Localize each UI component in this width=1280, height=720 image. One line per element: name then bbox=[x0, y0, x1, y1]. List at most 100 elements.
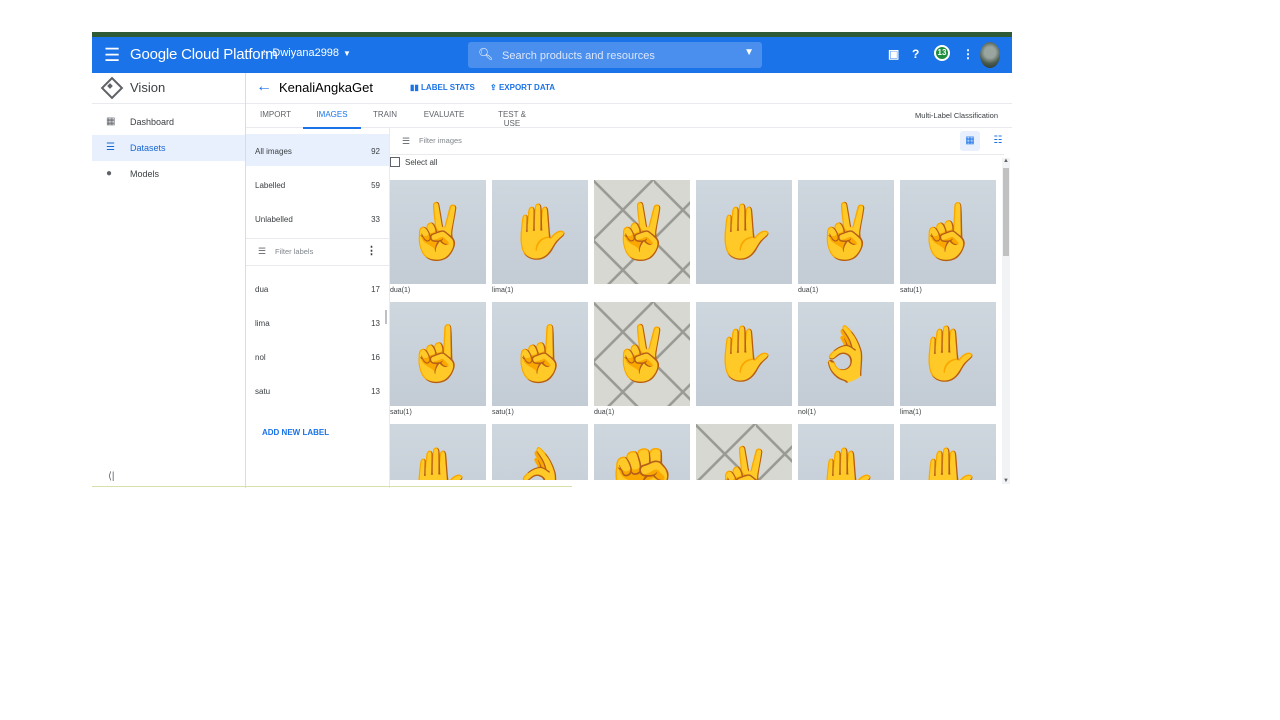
tab-train[interactable]: TRAIN bbox=[372, 110, 398, 127]
more-vert-icon[interactable]: ⋮ bbox=[366, 244, 377, 257]
scroll-down-icon[interactable]: ▼ bbox=[1002, 478, 1010, 484]
hand-icon: ✋ bbox=[404, 446, 472, 480]
hand-gesture-image[interactable]: ✌ bbox=[594, 302, 690, 406]
image-card[interactable]: ✋ bbox=[798, 424, 894, 480]
search-input[interactable] bbox=[500, 46, 734, 66]
hand-icon: ✌ bbox=[608, 202, 676, 262]
filter-labels-field[interactable]: ☰ Filter labels ⋮ bbox=[246, 238, 389, 266]
filter-all-images[interactable]: All images 92 bbox=[246, 134, 389, 166]
hand-gesture-image[interactable]: ☝ bbox=[900, 180, 996, 284]
image-card[interactable]: ✋ bbox=[900, 424, 996, 480]
hand-gesture-image[interactable]: ✌ bbox=[390, 180, 486, 284]
export-data-button[interactable]: ⇪ EXPORT DATA bbox=[490, 83, 555, 92]
image-label: dua(1) bbox=[390, 287, 411, 294]
label-item-dua[interactable]: dua 17 bbox=[246, 272, 389, 304]
nav-item-models[interactable]: ● Models bbox=[92, 161, 245, 187]
hand-gesture-image[interactable]: ✋ bbox=[900, 424, 996, 480]
hamburger-menu-icon[interactable]: ☰ bbox=[104, 45, 120, 65]
hand-gesture-image[interactable]: ✋ bbox=[798, 424, 894, 480]
hand-gesture-image[interactable]: ✋ bbox=[696, 180, 792, 284]
nav-item-dashboard[interactable]: ▦ Dashboard bbox=[92, 109, 245, 135]
tab-evaluate[interactable]: EVALUATE bbox=[422, 110, 466, 127]
image-card[interactable]: ☝ satu(1) bbox=[900, 180, 996, 298]
hand-icon: ✌ bbox=[404, 202, 472, 262]
search-dropdown-icon[interactable]: ▼ bbox=[744, 47, 754, 58]
image-card[interactable]: ☝ satu(1) bbox=[390, 302, 486, 420]
image-card[interactable]: ✌ dua(1) bbox=[594, 302, 690, 420]
image-grid: ✌ dua(1) ✋ lima(1) ✌ ✋ ✌ dua(1) ☝ satu(1) ☝ satu(1)… bbox=[390, 180, 998, 480]
filter-icon: ☰ bbox=[258, 246, 267, 256]
collapse-nav-icon[interactable]: ⟨| bbox=[108, 471, 115, 482]
notifications-badge[interactable]: 13 bbox=[934, 45, 950, 61]
scroll-up-icon[interactable]: ▲ bbox=[1002, 158, 1010, 164]
cloud-shell-icon[interactable]: ▣ bbox=[888, 47, 899, 61]
tab-test-use[interactable]: TEST & USE bbox=[489, 110, 535, 128]
image-card[interactable]: ✌ bbox=[696, 424, 792, 480]
brand-title[interactable]: Google Cloud Platform bbox=[130, 46, 278, 63]
label-count: 16 bbox=[371, 353, 380, 362]
image-card[interactable]: ✌ bbox=[594, 180, 690, 298]
filter-labels-input[interactable]: Filter labels bbox=[275, 247, 313, 256]
hand-gesture-image[interactable]: ☝ bbox=[390, 302, 486, 406]
filter-panel: All images 92 Labelled 59 Unlabelled 33 … bbox=[246, 128, 390, 488]
avatar[interactable] bbox=[980, 42, 1000, 68]
hand-gesture-image[interactable]: ✌ bbox=[696, 424, 792, 480]
image-label bbox=[696, 284, 792, 298]
image-card[interactable]: ✋ bbox=[696, 302, 792, 420]
grid-view-icon[interactable]: ▦ bbox=[960, 131, 980, 151]
label-item-nol[interactable]: nol 16 bbox=[246, 340, 389, 372]
image-card[interactable]: 👌 bbox=[492, 424, 588, 480]
add-new-label-button[interactable]: ADD NEW LABEL bbox=[262, 428, 329, 437]
label-item-satu[interactable]: satu 13 bbox=[246, 374, 389, 406]
hand-gesture-image[interactable]: ✋ bbox=[390, 424, 486, 480]
label-list-scrollbar[interactable] bbox=[385, 310, 387, 324]
checkbox-icon[interactable] bbox=[390, 157, 400, 167]
select-all[interactable]: Select all bbox=[390, 157, 437, 167]
hand-gesture-image[interactable]: ✌ bbox=[594, 180, 690, 284]
scroll-thumb[interactable] bbox=[1003, 168, 1009, 256]
image-card[interactable]: ✋ lima(1) bbox=[900, 302, 996, 420]
hand-icon: ✌ bbox=[812, 202, 880, 262]
hand-gesture-image[interactable]: 👌 bbox=[798, 302, 894, 406]
image-card[interactable]: ☝ satu(1) bbox=[492, 302, 588, 420]
more-vert-icon[interactable]: ⋮ bbox=[962, 47, 974, 61]
list-view-icon[interactable]: ☷ bbox=[990, 131, 1006, 151]
project-selector[interactable]: ⁘ Dwiyana2998 ▼ bbox=[260, 47, 351, 59]
back-arrow-icon[interactable]: ← bbox=[256, 78, 272, 96]
hand-gesture-image[interactable]: ☝ bbox=[492, 302, 588, 406]
search-bar[interactable]: 🔍︎ ▼ bbox=[468, 42, 762, 68]
hand-icon: ✋ bbox=[914, 446, 982, 480]
image-grid-scrollbar[interactable]: ▲ ▼ bbox=[1002, 158, 1010, 484]
nav-item-datasets[interactable]: ☰ Datasets bbox=[92, 135, 245, 161]
image-card[interactable]: 👌 nol(1) bbox=[798, 302, 894, 420]
label-item-lima[interactable]: lima 13 bbox=[246, 306, 389, 338]
image-card[interactable]: ✊ bbox=[594, 424, 690, 480]
image-card[interactable]: ✋ bbox=[390, 424, 486, 480]
filter-images-input[interactable]: Filter images bbox=[419, 136, 462, 145]
hand-icon: ✋ bbox=[506, 202, 574, 262]
tab-images[interactable]: IMAGES bbox=[303, 110, 361, 129]
hand-gesture-image[interactable]: ✊ bbox=[594, 424, 690, 480]
label-name: lima bbox=[255, 319, 270, 328]
hand-gesture-image[interactable]: ✋ bbox=[492, 180, 588, 284]
filter-unlabelled[interactable]: Unlabelled 33 bbox=[246, 202, 389, 234]
filter-labelled[interactable]: Labelled 59 bbox=[246, 168, 389, 200]
hand-icon: ✋ bbox=[812, 446, 880, 480]
image-card[interactable]: ✋ lima(1) bbox=[492, 180, 588, 298]
help-icon[interactable]: ? bbox=[912, 47, 919, 61]
hand-gesture-image[interactable]: ✋ bbox=[900, 302, 996, 406]
image-card[interactable]: ✌ dua(1) bbox=[798, 180, 894, 298]
hand-icon: ☝ bbox=[404, 324, 472, 384]
hand-gesture-image[interactable]: ✋ bbox=[696, 302, 792, 406]
image-card[interactable]: ✌ dua(1) bbox=[390, 180, 486, 298]
tab-import[interactable]: IMPORT bbox=[260, 110, 291, 127]
filter-images-field[interactable]: ☰ Filter images ▦ ☷ bbox=[390, 128, 1004, 155]
image-panel: ☰ Filter images ▦ ☷ Select all ✌ dua(1) ✋ l… bbox=[390, 128, 1012, 488]
dashboard-icon: ▦ bbox=[106, 116, 116, 127]
hand-gesture-image[interactable]: 👌 bbox=[492, 424, 588, 480]
label-stats-button[interactable]: ▮▮ LABEL STATS bbox=[410, 83, 475, 92]
app-bar: ☰ Google Cloud Platform ⁘ Dwiyana2998 ▼ … bbox=[92, 37, 1012, 73]
image-card[interactable]: ✋ bbox=[696, 180, 792, 298]
hand-gesture-image[interactable]: ✌ bbox=[798, 180, 894, 284]
image-label bbox=[594, 284, 690, 298]
